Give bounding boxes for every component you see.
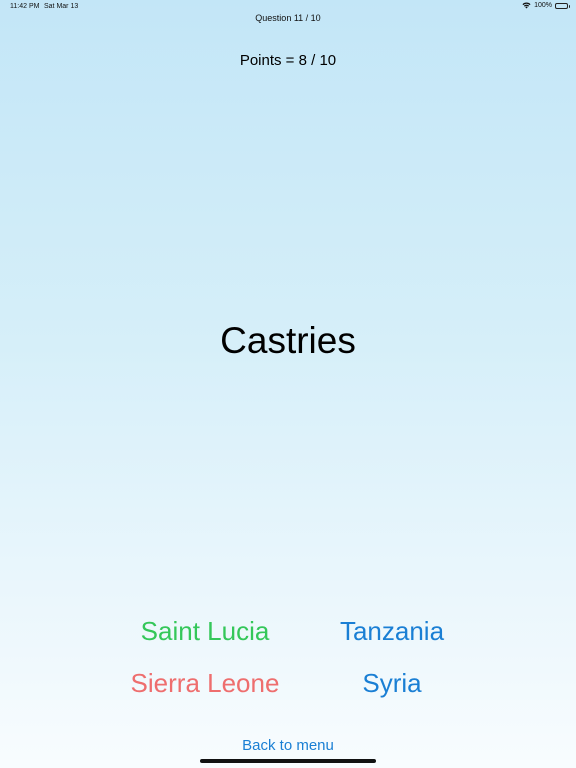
answer-button-tanzania[interactable]: Tanzania <box>292 616 492 647</box>
status-time: 11:42 PM <box>10 3 40 10</box>
answer-button-saint-lucia[interactable]: Saint Lucia <box>105 616 305 647</box>
answer-button-sierra-leone[interactable]: Sierra Leone <box>105 668 305 699</box>
wifi-icon <box>522 2 531 9</box>
answer-button-syria[interactable]: Syria <box>292 668 492 699</box>
back-to-menu-button[interactable]: Back to menu <box>0 737 576 754</box>
home-indicator[interactable] <box>200 759 376 763</box>
battery-icon <box>555 2 570 9</box>
question-counter: Question 11 / 10 <box>255 13 321 23</box>
capital-prompt: Castries <box>220 320 356 361</box>
battery-percent: 100% <box>534 2 552 9</box>
status-date: Sat Mar 13 <box>44 3 79 10</box>
status-indicators: 100% <box>522 2 570 9</box>
status-bar: 11:42 PM Sat Mar 13 100% <box>0 0 576 14</box>
points-label: Points = 8 / 10 <box>239 52 337 69</box>
